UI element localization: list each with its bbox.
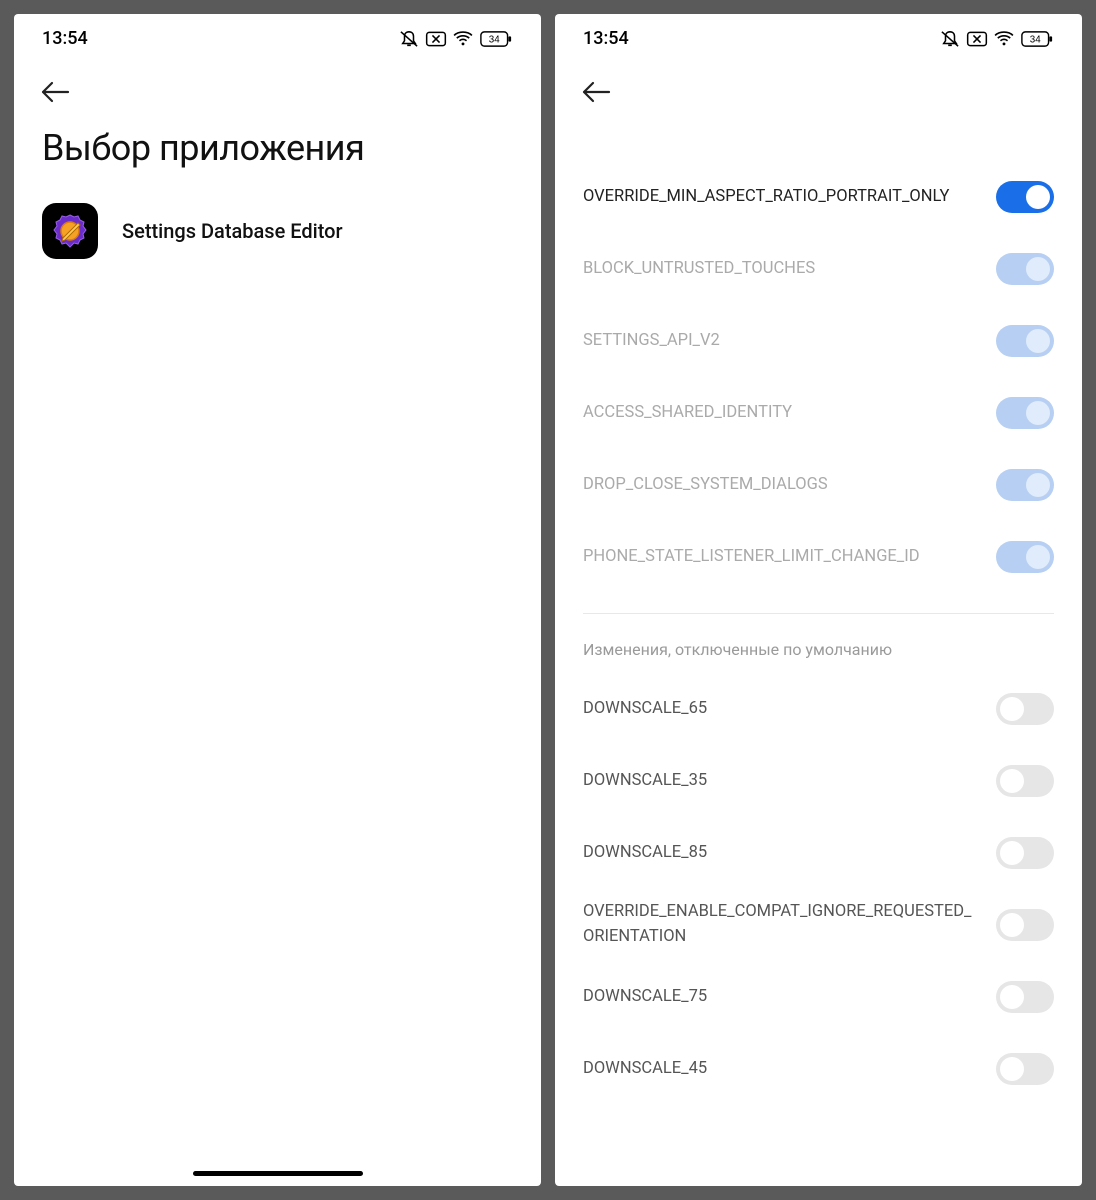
setting-row[interactable]: DOWNSCALE_35 [583, 745, 1054, 817]
section-header: Изменения, отключенные по умолчанию [583, 640, 1054, 673]
setting-row[interactable]: BLOCK_UNTRUSTED_TOUCHES [583, 233, 1054, 305]
settings-list: OVERRIDE_MIN_ASPECT_RATIO_PORTRAIT_ONLY … [555, 121, 1082, 1105]
setting-row[interactable]: OVERRIDE_ENABLE_COMPAT_IGNORE_REQUESTED_… [583, 889, 1054, 961]
vibrate-icon [940, 30, 960, 48]
setting-label: DOWNSCALE_85 [583, 841, 976, 866]
status-bar: 13:54 34 [14, 14, 541, 59]
battery-icon: 34 [479, 31, 513, 47]
arrow-left-icon [581, 80, 611, 104]
back-row [14, 59, 541, 121]
setting-row[interactable]: DOWNSCALE_75 [583, 961, 1054, 1033]
toggle[interactable] [996, 397, 1054, 429]
toggle[interactable] [996, 765, 1054, 797]
setting-row[interactable]: DROP_CLOSE_SYSTEM_DIALOGS [583, 449, 1054, 521]
setting-label: OVERRIDE_MIN_ASPECT_RATIO_PORTRAIT_ONLY [583, 185, 976, 210]
wifi-icon [994, 31, 1014, 47]
no-sim-icon [966, 31, 988, 47]
setting-label: PHONE_STATE_LISTENER_LIMIT_CHANGE_ID [583, 545, 976, 570]
home-indicator[interactable] [193, 1171, 363, 1176]
toggle[interactable] [996, 1053, 1054, 1085]
setting-row[interactable]: DOWNSCALE_45 [583, 1033, 1054, 1105]
status-time: 13:54 [42, 28, 88, 49]
setting-row[interactable]: PHONE_STATE_LISTENER_LIMIT_CHANGE_ID [583, 521, 1054, 593]
setting-label: DOWNSCALE_75 [583, 985, 976, 1010]
status-bar: 13:54 34 [555, 14, 1082, 59]
back-button[interactable] [575, 71, 617, 113]
back-row [555, 59, 1082, 121]
status-time: 13:54 [583, 28, 629, 49]
status-icons: 34 [940, 30, 1054, 48]
setting-label: BLOCK_UNTRUSTED_TOUCHES [583, 257, 976, 282]
page-title: Выбор приложения [14, 121, 541, 193]
app-list-item[interactable]: Settings Database Editor [14, 193, 541, 269]
toggle[interactable] [996, 837, 1054, 869]
app-label: Settings Database Editor [122, 219, 343, 243]
vibrate-icon [399, 30, 419, 48]
back-button[interactable] [34, 71, 76, 113]
setting-row[interactable]: OVERRIDE_MIN_ASPECT_RATIO_PORTRAIT_ONLY [583, 161, 1054, 233]
setting-label: DOWNSCALE_45 [583, 1057, 976, 1082]
svg-text:34: 34 [489, 34, 500, 45]
phone-right: 13:54 34 OVERRIDE_MIN_ASPECT_RATIO_PORTR… [555, 14, 1082, 1186]
wifi-icon [453, 31, 473, 47]
toggle[interactable] [996, 181, 1054, 213]
setting-label: DOWNSCALE_65 [583, 697, 976, 722]
toggle[interactable] [996, 253, 1054, 285]
setting-label: SETTINGS_API_V2 [583, 329, 976, 354]
setting-row[interactable]: DOWNSCALE_85 [583, 817, 1054, 889]
svg-text:34: 34 [1030, 34, 1041, 45]
toggle[interactable] [996, 909, 1054, 941]
toggle[interactable] [996, 469, 1054, 501]
battery-icon: 34 [1020, 31, 1054, 47]
setting-row[interactable]: ACCESS_SHARED_IDENTITY [583, 377, 1054, 449]
toggle[interactable] [996, 541, 1054, 573]
setting-label: DOWNSCALE_35 [583, 769, 976, 794]
toggle[interactable] [996, 981, 1054, 1013]
setting-label: DROP_CLOSE_SYSTEM_DIALOGS [583, 473, 976, 498]
setting-label: OVERRIDE_ENABLE_COMPAT_IGNORE_REQUESTED_… [583, 900, 976, 950]
phone-left: 13:54 34 Выбор приложения [14, 14, 541, 1186]
no-sim-icon [425, 31, 447, 47]
app-icon [42, 203, 98, 259]
toggle[interactable] [996, 325, 1054, 357]
setting-row[interactable]: DOWNSCALE_65 [583, 673, 1054, 745]
toggle[interactable] [996, 693, 1054, 725]
status-icons: 34 [399, 30, 513, 48]
setting-label: ACCESS_SHARED_IDENTITY [583, 401, 976, 426]
divider [583, 613, 1054, 614]
setting-row[interactable]: SETTINGS_API_V2 [583, 305, 1054, 377]
arrow-left-icon [40, 80, 70, 104]
